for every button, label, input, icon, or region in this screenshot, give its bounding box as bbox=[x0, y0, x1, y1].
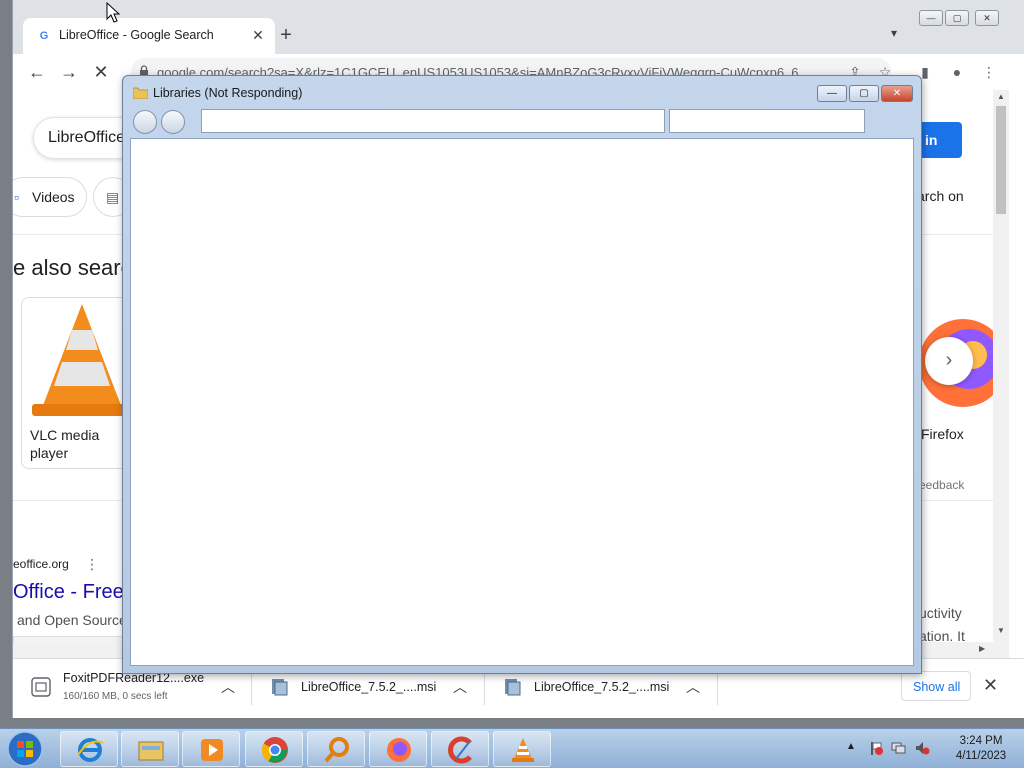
people-also-search-heading: e also searc bbox=[13, 255, 132, 280]
start-button[interactable] bbox=[2, 730, 48, 768]
taskbar-explorer-icon[interactable] bbox=[121, 731, 179, 767]
result-snippet: and Open Source bbox=[17, 612, 127, 628]
taskbar-vlc-icon[interactable] bbox=[493, 731, 551, 767]
folder-icon bbox=[133, 87, 148, 99]
download-filename: LibreOffice_7.5.2_....msi bbox=[534, 680, 670, 694]
feedback-link[interactable]: eedback bbox=[919, 478, 964, 492]
shelf-close-icon[interactable]: ✕ bbox=[983, 675, 998, 696]
network-icon[interactable] bbox=[890, 740, 906, 756]
minimize-icon[interactable]: — bbox=[817, 85, 847, 102]
chip-videos-label: Videos bbox=[32, 189, 75, 205]
volume-muted-icon[interactable] bbox=[914, 740, 930, 756]
maximize-icon[interactable]: ▢ bbox=[945, 10, 969, 26]
mouse-cursor-icon bbox=[106, 2, 120, 23]
video-icon: ▫ bbox=[14, 189, 19, 205]
taskbar-firefox-icon[interactable] bbox=[369, 731, 427, 767]
scroll-down-icon[interactable]: ▼ bbox=[993, 624, 1009, 638]
download-filename: LibreOffice_7.5.2_....msi bbox=[301, 680, 437, 694]
show-all-button[interactable]: Show all bbox=[901, 671, 971, 701]
clock-date: 4/11/2023 bbox=[955, 750, 1007, 762]
new-tab-button[interactable]: + bbox=[275, 24, 297, 46]
forward-button[interactable]: → bbox=[57, 60, 81, 84]
download-progress-text: 160/160 MB, 0 secs left bbox=[63, 691, 168, 702]
address-bar[interactable] bbox=[201, 109, 665, 133]
scroll-thumb[interactable] bbox=[996, 106, 1006, 214]
divider bbox=[717, 669, 718, 705]
tab-google-search[interactable]: G LibreOffice - Google Search ✕ bbox=[23, 18, 275, 54]
news-icon: ▤ bbox=[106, 189, 120, 205]
clock-time: 3:24 PM bbox=[959, 735, 1003, 747]
chip-search-on-label: arch on bbox=[917, 188, 964, 204]
close-icon[interactable]: ✕ bbox=[975, 10, 999, 26]
taskbar-ccleaner-icon[interactable] bbox=[431, 731, 489, 767]
sign-in-label: in bbox=[925, 132, 938, 148]
taskbar-search-tool-icon[interactable] bbox=[307, 731, 365, 767]
tab-search-icon[interactable]: ▾ bbox=[887, 26, 901, 40]
libraries-window: Libraries (Not Responding) — ▢ ✕ bbox=[122, 75, 922, 674]
chip-videos[interactable]: ▫ Videos bbox=[13, 177, 87, 217]
stop-button[interactable]: ✕ bbox=[89, 60, 113, 84]
tab-title: LibreOffice - Google Search bbox=[59, 28, 214, 42]
chevron-up-icon[interactable]: ︿ bbox=[453, 677, 467, 697]
carousel-next-button[interactable]: › bbox=[925, 337, 973, 385]
back-button[interactable] bbox=[133, 110, 157, 134]
taskbar-clock[interactable]: 3:24 PM 4/11/2023 bbox=[942, 734, 1020, 764]
back-button[interactable]: ← bbox=[25, 60, 49, 84]
vertical-scrollbar[interactable]: ▲ ▼ bbox=[993, 90, 1009, 658]
result-more-icon[interactable]: ⋮ bbox=[85, 556, 99, 573]
show-all-label: Show all bbox=[913, 680, 961, 694]
search-input[interactable] bbox=[669, 109, 865, 133]
window-body bbox=[130, 138, 914, 666]
window-title: Libraries (Not Responding) bbox=[153, 86, 303, 100]
document-icon bbox=[31, 677, 51, 697]
minimize-icon[interactable]: — bbox=[919, 10, 943, 26]
search-input-value: LibreOffice bbox=[48, 129, 126, 146]
result-site: eoffice.org bbox=[13, 557, 69, 571]
card-vlc-name: VLC media player bbox=[30, 427, 100, 461]
knowledge-snippet-line-1: uctivity bbox=[919, 605, 962, 621]
tray-expand-icon[interactable]: ▲ bbox=[846, 741, 856, 752]
system-tray: ▲ 3:24 PM 4/11/2023 bbox=[842, 729, 1024, 768]
tab-strip: G LibreOffice - Google Search ✕ + ▾ — ▢ … bbox=[13, 0, 1024, 54]
taskbar-chrome-icon[interactable] bbox=[245, 731, 303, 767]
card-firefox-name: Firefox bbox=[921, 426, 964, 442]
scroll-right-icon[interactable]: ▶ bbox=[979, 644, 985, 653]
chevron-up-icon[interactable]: ︿ bbox=[221, 677, 235, 697]
google-favicon-icon: G bbox=[39, 30, 49, 42]
taskbar-media-player-icon[interactable] bbox=[182, 731, 240, 767]
forward-button[interactable] bbox=[161, 110, 185, 134]
close-icon[interactable]: ✕ bbox=[881, 85, 913, 102]
taskbar: ▲ 3:24 PM 4/11/2023 bbox=[0, 728, 1024, 768]
action-center-flag-icon[interactable] bbox=[868, 740, 884, 756]
menu-kebab-icon[interactable]: ⋮ bbox=[979, 62, 999, 82]
maximize-icon[interactable]: ▢ bbox=[849, 85, 879, 102]
installer-icon bbox=[272, 679, 288, 696]
tab-close-icon[interactable]: ✕ bbox=[249, 26, 267, 44]
chevron-up-icon[interactable]: ︿ bbox=[686, 677, 700, 697]
scroll-up-icon[interactable]: ▲ bbox=[993, 90, 1009, 104]
profile-avatar-icon[interactable]: ● bbox=[947, 62, 967, 82]
taskbar-ie-icon[interactable] bbox=[60, 731, 118, 767]
result-title-link[interactable]: Office - Free bbox=[13, 581, 124, 604]
installer-icon bbox=[505, 679, 521, 696]
